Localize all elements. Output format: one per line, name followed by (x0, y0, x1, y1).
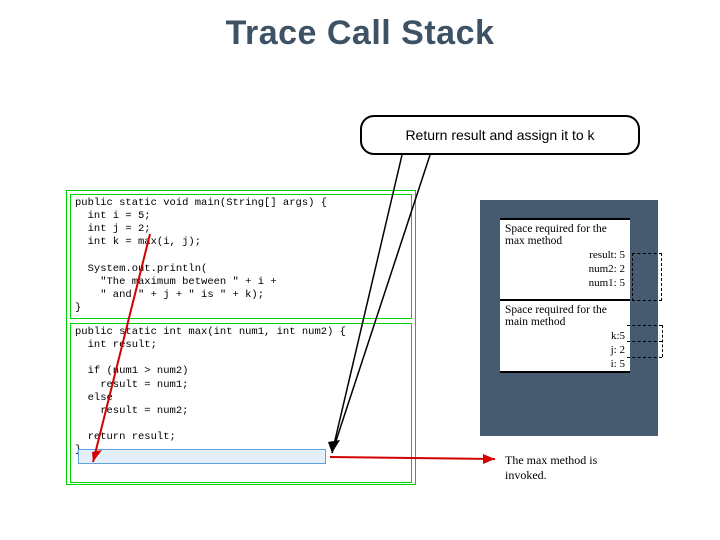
stack-frame-max-label: Space required for the max method (505, 223, 625, 247)
slide-title: Trace Call Stack (0, 0, 720, 53)
code-max: public static int max(int num1, int num2… (75, 326, 407, 457)
code-main: public static void main(String[] args) {… (75, 197, 407, 315)
dashed-indicator-max (632, 253, 662, 301)
callout-bubble: Return result and assign it to k (360, 115, 640, 155)
stack-frame-max: Space required for the max method result… (500, 218, 630, 301)
stack-frame-main-label: Space required for the main method (505, 304, 625, 328)
stack-frame-max-vars: result: 5num2: 2num1: 5 (505, 249, 625, 290)
dashed-indicator-main (632, 319, 662, 369)
stack-frame-main: Space required for the main method k:5j:… (500, 301, 630, 373)
code-container: public static void main(String[] args) {… (66, 190, 416, 485)
callout-text: Return result and assign it to k (405, 127, 594, 143)
invoked-caption: The max method is invoked. (500, 450, 645, 480)
code-main-box: public static void main(String[] args) {… (70, 194, 412, 319)
stack-frame-main-vars: k:5j: 2i: 5 (505, 330, 625, 371)
highlight-return-line (78, 449, 326, 464)
